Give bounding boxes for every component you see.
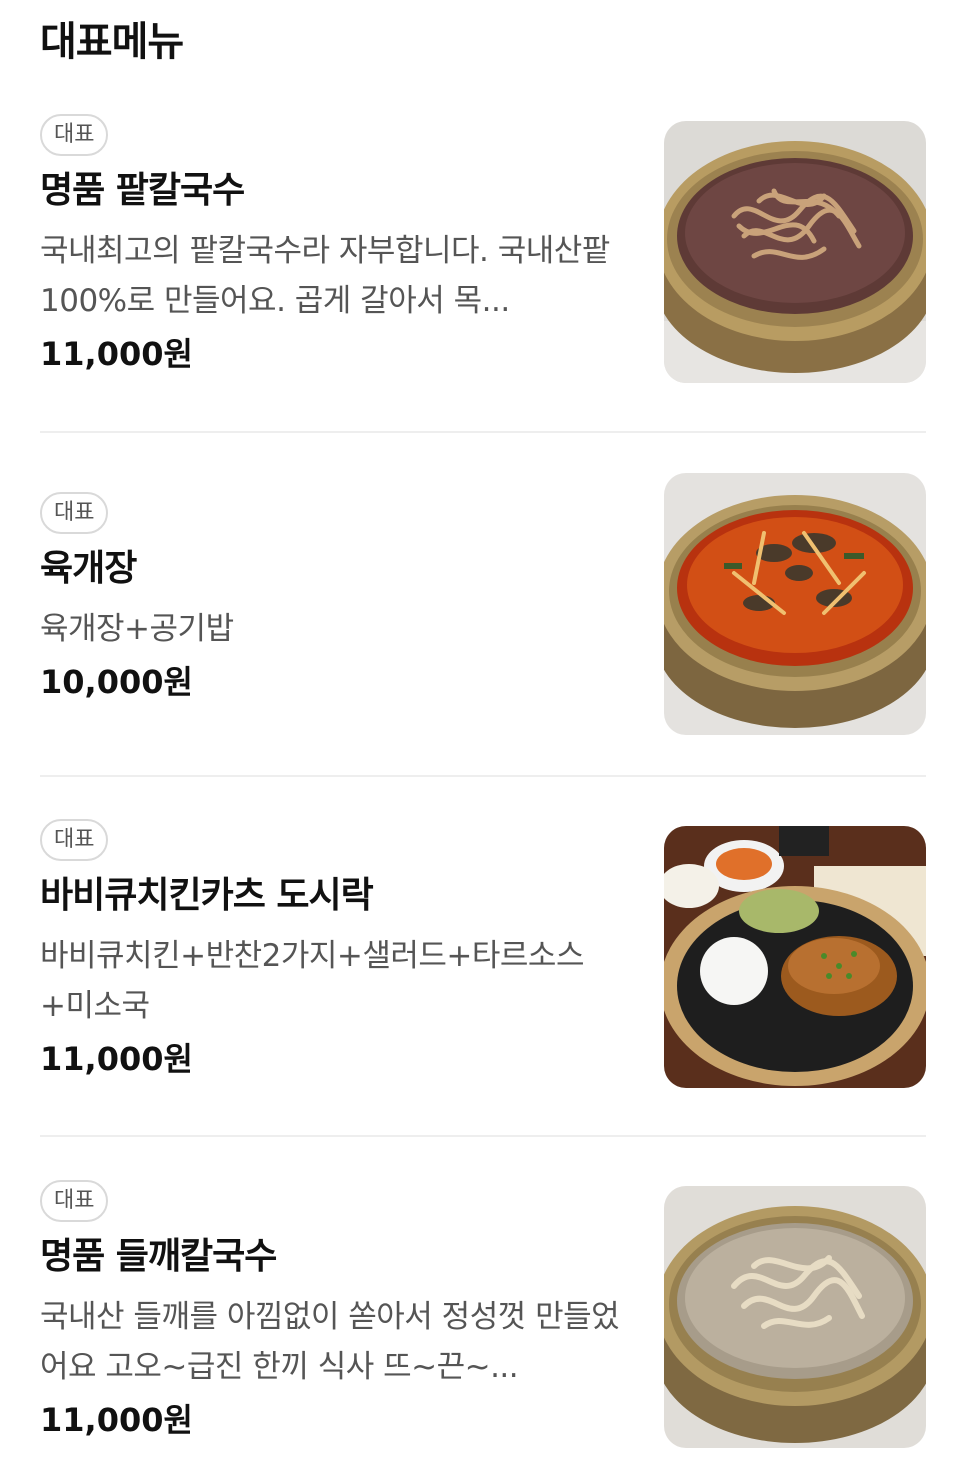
menu-item-name: 육개장 bbox=[40, 548, 137, 589]
menu-item-description: 국내최고의 팥칼국수라 자부합니다. 국내산팥100%로 만들어요. 곱게 갈아… bbox=[40, 233, 610, 319]
divider bbox=[40, 431, 926, 433]
red-bean-noodle-photo bbox=[664, 121, 926, 383]
menu-item[interactable]: 대표 육개장 육개장+공기밥 10,000원 bbox=[40, 473, 926, 754]
representative-badge: 대표 bbox=[40, 114, 109, 156]
representative-badge: 대표 bbox=[40, 819, 109, 861]
perilla-noodle-photo bbox=[664, 1186, 926, 1448]
menu-item[interactable]: 대표 명품 들깨칼국수 국내산 들깨를 아낌없이 쏟아서 정성껏 만들었어요 고… bbox=[40, 1180, 926, 1450]
section-title: 대표메뉴 bbox=[40, 19, 184, 65]
menu-item[interactable]: 대표 명품 팥칼국수 국내최고의 팥칼국수라 자부합니다. 국내산팥100%로 … bbox=[40, 114, 926, 384]
menu-item-description: 국내산 들깨를 아낌없이 쏟아서 정성껏 만들었어요 고오~급진 한끼 식사 뜨… bbox=[40, 1299, 620, 1385]
menu-item-price: 11,000원 bbox=[40, 1401, 193, 1439]
menu-item-name: 명품 들깨칼국수 bbox=[40, 1236, 277, 1277]
menu-item-name: 바비큐치킨카츠 도시락 bbox=[40, 875, 374, 916]
chicken-katsu-lunchbox-photo bbox=[664, 826, 926, 1088]
menu-item-description: 바비큐치킨+반찬2가지+샐러드+타르소스+미소국 bbox=[40, 938, 584, 1024]
menu-item-name: 명품 팥칼국수 bbox=[40, 170, 245, 211]
menu-item-description: 육개장+공기밥 bbox=[40, 611, 234, 647]
representative-badge: 대표 bbox=[40, 492, 109, 534]
divider bbox=[40, 775, 926, 777]
menu-item[interactable]: 대표 바비큐치킨카츠 도시락 바비큐치킨+반찬2가지+샐러드+타르소스+미소국 … bbox=[40, 819, 926, 1089]
menu-item-price: 10,000원 bbox=[40, 663, 193, 701]
representative-badge: 대표 bbox=[40, 1180, 109, 1222]
spicy-beef-soup-photo bbox=[664, 473, 926, 735]
divider bbox=[40, 1135, 926, 1137]
menu-item-price: 11,000원 bbox=[40, 1040, 193, 1078]
menu-item-price: 11,000원 bbox=[40, 335, 193, 373]
